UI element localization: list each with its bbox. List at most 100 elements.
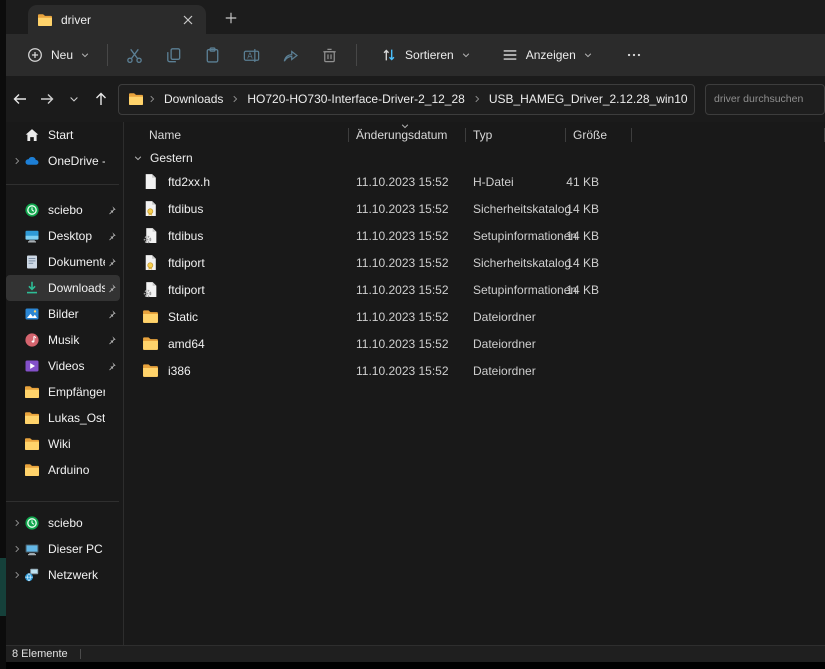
folder-icon [37, 12, 53, 28]
file-date-cell: 11.10.2023 15:52 [349, 229, 466, 243]
documents-icon [24, 254, 40, 270]
breadcrumb-chevron-icon[interactable] [230, 94, 240, 104]
recent-locations-icon [68, 93, 80, 105]
paste-button[interactable] [193, 39, 232, 71]
chevron-down-icon [583, 50, 593, 60]
folder-icon [23, 410, 40, 426]
sidebar-item-arduino[interactable]: Arduino [6, 457, 120, 483]
breadcrumb-item[interactable]: HO720-HO730-Interface-Driver-2_12_28 [240, 89, 471, 109]
up-button[interactable] [87, 85, 114, 113]
downloads-icon [23, 280, 40, 296]
column-header-size[interactable]: Größe [566, 122, 632, 148]
file-date-cell: 11.10.2023 15:52 [349, 283, 466, 297]
file-size-cell: 14 KB [566, 256, 632, 270]
breadcrumb-item[interactable]: USB_HAMEG_Driver_2.12.28_win10 [482, 89, 695, 109]
status-divider [80, 649, 81, 659]
pin-icon [106, 335, 117, 346]
sciebo-icon [24, 515, 40, 531]
anzeigen-button[interactable]: Anzeigen [491, 39, 603, 71]
sidebar-item-lukas-ostrzinski[interactable]: Lukas_Ostrzinski [6, 405, 120, 431]
breadcrumb-item[interactable]: Downloads [157, 89, 230, 109]
new-tab-button[interactable] [218, 5, 244, 31]
more-options-button[interactable] [615, 39, 654, 71]
back-button[interactable] [6, 85, 33, 113]
sidebar-item-label: Netzwerk [48, 568, 105, 582]
sidebar-item-desktop[interactable]: Desktop [6, 223, 120, 249]
documents-icon [23, 254, 40, 270]
neu-button[interactable]: Neu [16, 39, 100, 71]
file-row[interactable]: Static11.10.2023 15:52Dateiordner [124, 303, 825, 330]
file-name-cell: ftdiport [124, 281, 349, 298]
file-row[interactable]: ftdibus11.10.2023 15:52Setupinformatione… [124, 222, 825, 249]
sortieren-button[interactable]: Sortieren [370, 39, 481, 71]
file-type-cell: H-Datei [466, 175, 566, 189]
sidebar-item-wiki[interactable]: Wiki [6, 431, 120, 457]
sidebar-item-videos[interactable]: Videos [6, 353, 120, 379]
delete-button[interactable] [310, 39, 349, 71]
chevron-right-icon [12, 518, 22, 528]
chevron-right-icon [12, 156, 22, 166]
file-type-cell: Setupinformationen [466, 229, 566, 243]
sciebo-icon [23, 515, 40, 531]
file-row[interactable]: amd6411.10.2023 15:52Dateiordner [124, 330, 825, 357]
file-row[interactable]: ftd2xx.h11.10.2023 15:52H-Datei41 KB [124, 168, 825, 195]
expand-chevron-icon[interactable] [10, 544, 23, 554]
file-date-cell: 11.10.2023 15:52 [349, 364, 466, 378]
expand-chevron-icon[interactable] [10, 156, 23, 166]
folder-icon [23, 462, 40, 478]
sidebar-item-sciebo[interactable]: sciebo [6, 510, 120, 536]
pin-icon [106, 231, 117, 242]
file-row[interactable]: ftdiport11.10.2023 15:52Setupinformation… [124, 276, 825, 303]
pictures-icon [24, 306, 40, 322]
sidebar-item-label: Lukas_Ostrzinski [48, 411, 105, 425]
cut-button[interactable] [115, 39, 154, 71]
navigation-pane: StartOneDrive - Persona sciebo DesktopDoku… [0, 122, 124, 645]
forward-button[interactable] [33, 85, 60, 113]
file-name-cell: ftdibus [124, 227, 349, 244]
tab-driver[interactable]: driver [28, 5, 206, 34]
sidebar-item-musik[interactable]: Musik [6, 327, 120, 353]
breadcrumb: Downloads HO720-HO730-Interface-Driver-2_… [118, 84, 695, 115]
breadcrumb-chevron-icon[interactable] [147, 94, 157, 104]
sidebar-item-start[interactable]: Start [6, 122, 120, 148]
sidebar-item-bilder[interactable]: Bilder [6, 301, 120, 327]
sidebar-item-label: Videos [48, 359, 105, 373]
sidebar-item-netzwerk[interactable]: Netzwerk [6, 562, 120, 588]
file-row[interactable]: ftdibus11.10.2023 15:52Sicherheitskatalo… [124, 195, 825, 222]
group-label: Gestern [150, 151, 193, 165]
anzeigen-label: Anzeigen [526, 48, 576, 62]
rename-button[interactable]: A [232, 39, 271, 71]
collapse-group-icon[interactable] [133, 153, 143, 163]
column-header-type[interactable]: Typ [466, 122, 566, 148]
sort-direction-icon [400, 122, 410, 131]
column-header-name[interactable]: Name [124, 122, 349, 148]
breadcrumb-chevron-icon[interactable] [472, 94, 482, 104]
file-row[interactable]: i38611.10.2023 15:52Dateiordner [124, 357, 825, 384]
chevron-down-icon [80, 50, 90, 60]
expand-chevron-icon[interactable] [10, 570, 23, 580]
search-input[interactable] [705, 84, 825, 115]
pin-icon [105, 205, 118, 216]
copy-button[interactable] [154, 39, 193, 71]
file-type-cell: Dateiordner [466, 310, 566, 324]
file-row[interactable]: ftdiport11.10.2023 15:52Sicherheitskatal… [124, 249, 825, 276]
sidebar-item-onedrive-persona[interactable]: OneDrive - Persona [6, 148, 120, 174]
sortieren-label: Sortieren [405, 48, 454, 62]
sidebar-item-empf-nger[interactable]: Empfänger [6, 379, 120, 405]
sidebar-item-sciebo[interactable]: sciebo [6, 197, 120, 223]
forward-icon [39, 91, 55, 107]
file-size-cell: 14 KB [566, 283, 632, 297]
desktop-icon [23, 228, 40, 244]
share-button[interactable] [271, 39, 310, 71]
sidebar-item-label: sciebo [48, 516, 105, 530]
file-date-cell: 11.10.2023 15:52 [349, 337, 466, 351]
sidebar-item-dokumente[interactable]: Dokumente [6, 249, 120, 275]
expand-chevron-icon[interactable] [10, 518, 23, 528]
folder-icon [24, 410, 40, 426]
sidebar-item-dieser-pc[interactable]: Dieser PC [6, 536, 120, 562]
sidebar-item-label: sciebo [48, 203, 105, 217]
recent-locations-button[interactable] [60, 85, 87, 113]
sidebar-item-downloads[interactable]: Downloads [6, 275, 120, 301]
folder-icon [24, 384, 40, 400]
close-tab-icon[interactable] [179, 11, 197, 29]
